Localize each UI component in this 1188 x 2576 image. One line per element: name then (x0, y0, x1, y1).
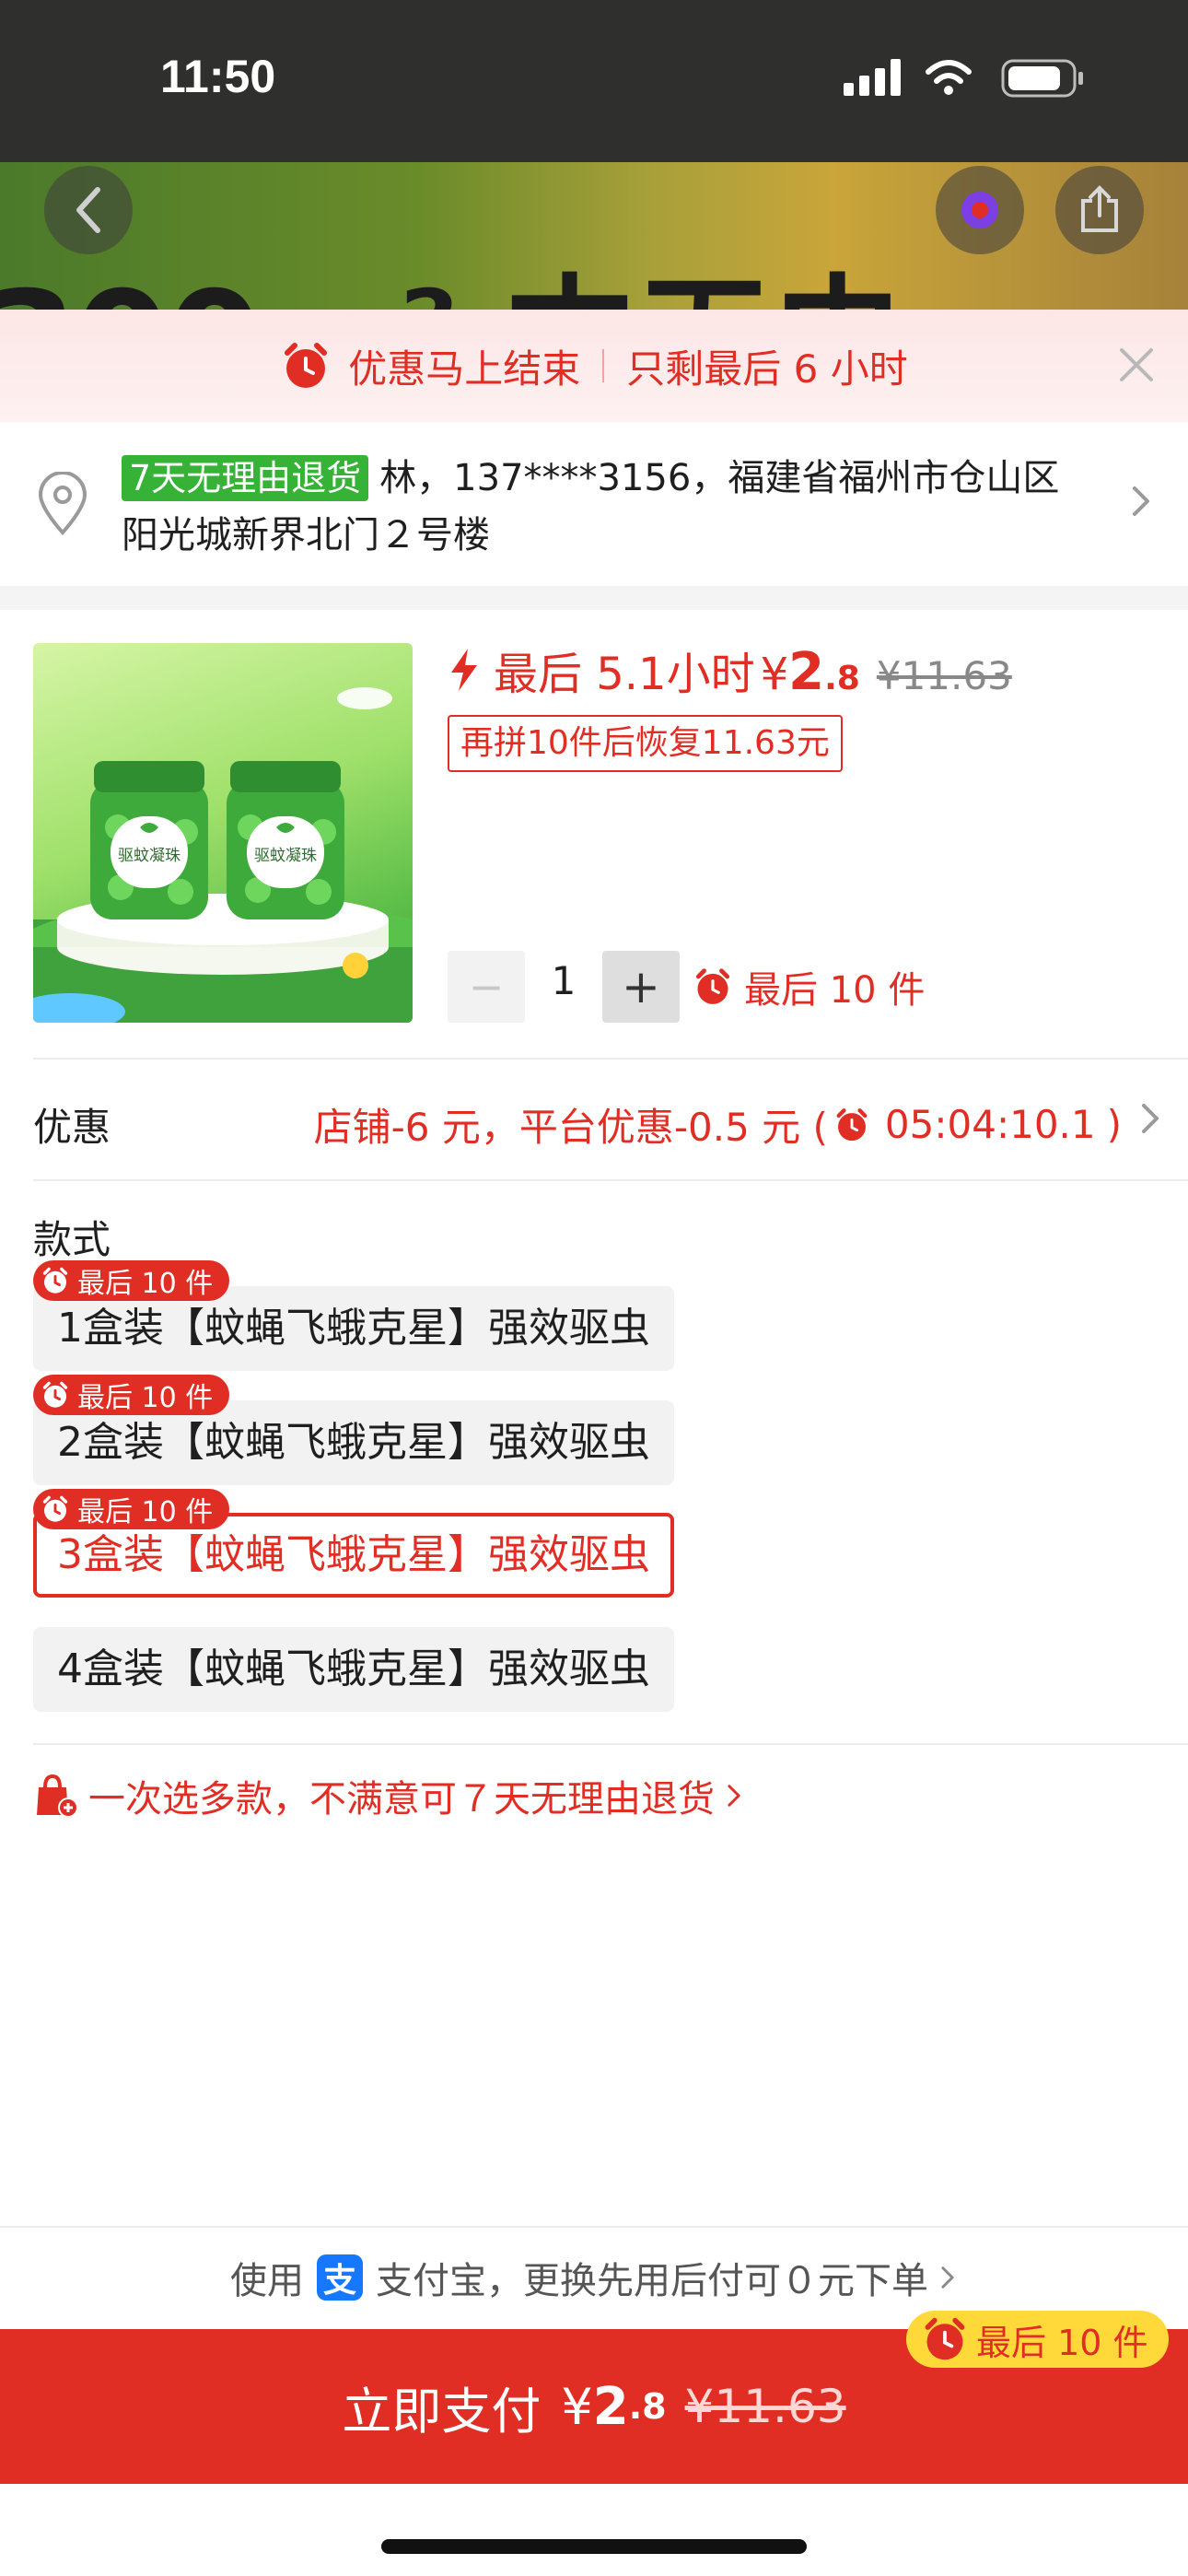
wifi-icon (926, 60, 972, 95)
return-policy-tag: 7天无理由退货 (122, 455, 369, 501)
status-time: 11:50 (160, 51, 276, 102)
price-countdown: 最后 5.1小时 (494, 649, 755, 700)
price-restore-note: 再拼10件后恢复11.63元 (448, 715, 843, 772)
quantity-decrease-button[interactable]: − (448, 951, 525, 1023)
lightning-icon (451, 649, 477, 691)
price-currency: ¥ (760, 649, 789, 700)
promo-left-text: 优惠马上结束 (348, 345, 581, 392)
address-line2: 阳光城新界北门２号楼 (122, 514, 490, 556)
style-option-badge: 最后 10 件 (33, 1375, 230, 1415)
discount-label: 优惠 (33, 1105, 111, 1150)
alarm-clock-icon (695, 968, 730, 1004)
signal-icon (844, 59, 901, 96)
alarm-clock-icon (285, 343, 328, 388)
product-jar-label-2: 驱蚊凝珠 (254, 847, 317, 865)
pay-button-original-price: ¥11.63 (684, 2380, 846, 2433)
style-label: 款式 (33, 1217, 111, 1262)
battery-icon (1001, 59, 1083, 98)
share-icon (1081, 185, 1118, 232)
alipay-icon: 支 (317, 2254, 363, 2301)
home-indicator[interactable] (381, 2539, 807, 2554)
alarm-clock-icon (42, 1381, 68, 1408)
pay-button-price-integer: 2 (592, 2376, 629, 2437)
stock-pill-text: 最后 10 件 (976, 2322, 1148, 2363)
discount-text: 店铺-6 元，平台优惠-0.5 元 ( (313, 1105, 828, 1150)
promo-right-text: 只剩最后 6 小时 (626, 345, 908, 392)
close-icon[interactable] (1118, 346, 1155, 383)
stock-note-text: 最后 10 件 (744, 969, 926, 1012)
chevron-right-icon (728, 1785, 740, 1807)
order-sheet: 优惠马上结束 只剩最后 6 小时 7天无理由退货 林，137****3156，福建… (0, 310, 1188, 2576)
alarm-clock-icon (42, 1267, 68, 1294)
stock-pill: 最后 10 件 (906, 2311, 1169, 2368)
chevron-left-icon (76, 187, 100, 233)
discount-timer: 05:04:10.1 (884, 1102, 1096, 1147)
cart-icon (961, 192, 998, 228)
back-button[interactable] (44, 166, 133, 254)
alarm-clock-icon (42, 1495, 68, 1522)
promo-divider (602, 349, 605, 382)
section-divider (0, 586, 1188, 610)
chevron-right-icon (1133, 486, 1149, 516)
address-line1: 林，137****3156，福建省福州市仓山区 (379, 457, 1060, 499)
style-option-badge: 最后 10 件 (33, 1489, 230, 1529)
cart-button[interactable] (936, 166, 1024, 254)
pay-button-currency: ¥ (561, 2377, 593, 2436)
shopping-bag-plus-icon (37, 1774, 78, 1818)
price-line: 最后 5.1小时 ¥2.8 ¥11.63 (448, 638, 1012, 702)
divider (33, 1179, 1188, 1181)
alarm-clock-icon (925, 2317, 965, 2360)
original-price: ¥11.63 (876, 653, 1012, 698)
chevron-right-icon (1142, 1104, 1159, 1133)
style-option-badge-text: 最后 10 件 (77, 1496, 214, 1528)
quantity-increase-button[interactable]: + (602, 951, 680, 1023)
discount-suffix: ) (1106, 1102, 1122, 1147)
top-background: 300m² 内无虫 (0, 0, 1188, 310)
style-option-badge-text: 最后 10 件 (77, 1382, 214, 1414)
stock-note: 最后 10 件 (693, 960, 925, 1013)
share-button[interactable] (1055, 166, 1144, 254)
payment-method-name: 支付宝，更换先用后付可０元下单 (376, 2260, 928, 2302)
location-pin-icon (38, 472, 87, 535)
discount-value: 店铺-6 元，平台优惠-0.5 元 ( 05:04:10.1 ) (314, 1096, 1122, 1153)
style-option-4[interactable]: 4盒装【蚊蝇飞蛾克星】强效驱虫 (33, 1627, 674, 1712)
price-integer: 2 (788, 642, 825, 702)
product-photo: 驱蚊凝珠 驱蚊凝珠 (33, 687, 413, 1023)
divider (33, 1743, 1188, 1745)
product-jar-label: 驱蚊凝珠 (118, 847, 181, 865)
return-note[interactable]: 一次选多款，不满意可７天无理由退货 (33, 1769, 744, 1822)
pay-button-label: 立即支付 (342, 2382, 542, 2441)
discount-row[interactable]: 优惠 店铺-6 元，平台优惠-0.5 元 ( 05:04:10.1 ) (0, 1058, 1188, 1179)
price-decimal: .8 (824, 660, 860, 697)
status-icons (844, 59, 1083, 98)
chevron-right-icon (941, 2266, 954, 2289)
quantity-value[interactable]: 1 (538, 958, 589, 1003)
product-image[interactable]: 驱蚊凝珠 驱蚊凝珠 (33, 643, 413, 1023)
payment-method-prefix: 使用 (230, 2260, 304, 2302)
pay-button-price-decimal: .8 (628, 2386, 667, 2427)
address-text: 7天无理由退货 林，137****3156，福建省福州市仓山区 阳光城新界北门２号… (122, 450, 1070, 564)
promo-bar: 优惠马上结束 只剩最后 6 小时 (0, 310, 1188, 422)
address-row[interactable]: 7天无理由退货 林，137****3156，福建省福州市仓山区 阳光城新界北门２号… (0, 422, 1188, 580)
style-option-badge-text: 最后 10 件 (77, 1268, 214, 1300)
alarm-clock-icon (836, 1107, 868, 1141)
return-note-text: 一次选多款，不满意可７天无理由退货 (88, 1778, 715, 1821)
style-option-badge: 最后 10 件 (33, 1260, 230, 1301)
